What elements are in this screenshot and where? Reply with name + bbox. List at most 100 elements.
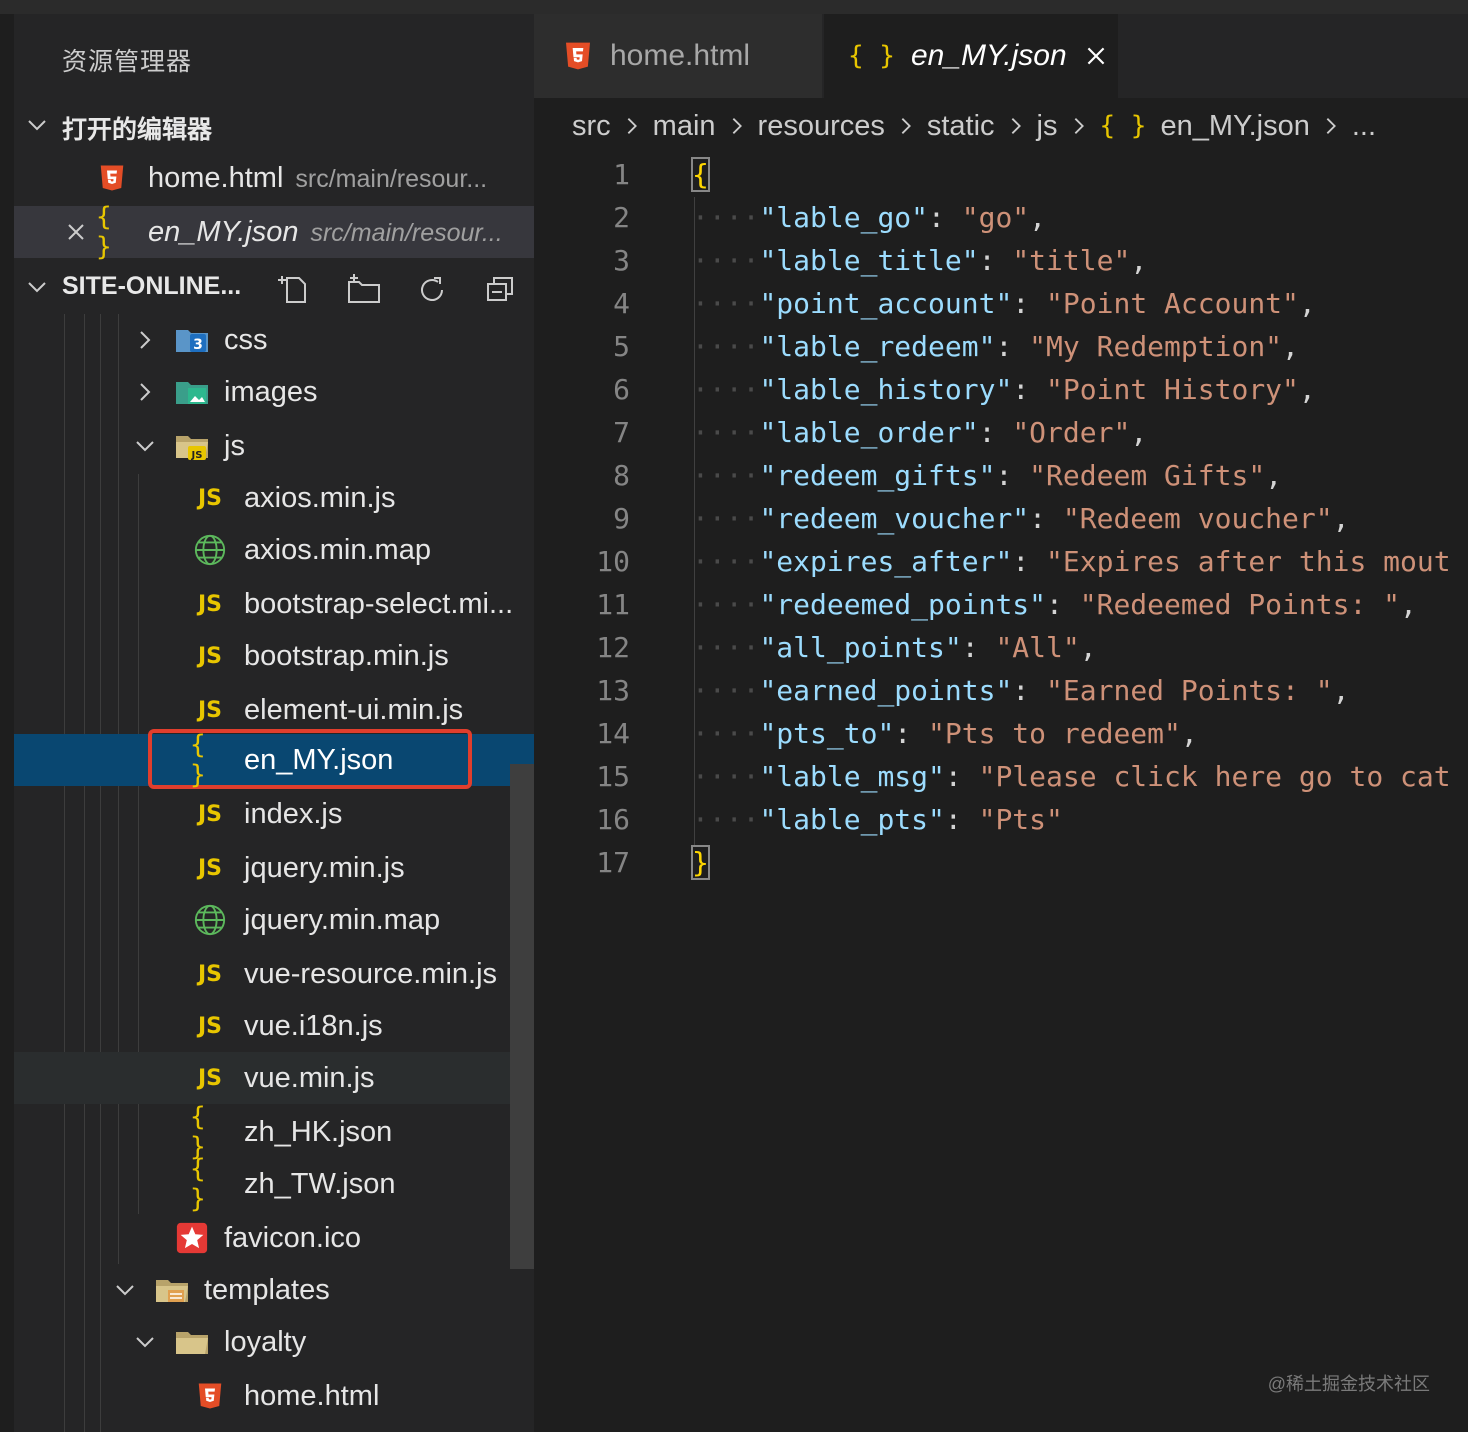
tab-en-my-json[interactable]: { } en_MY.json	[824, 14, 1118, 98]
tree-file-zh-tw-json[interactable]: { } zh_TW.json	[14, 1154, 534, 1214]
tree-label: vue.min.js	[244, 1062, 375, 1094]
line-number: 13	[596, 674, 630, 707]
line-number: 16	[596, 803, 630, 836]
json-key: "expires_after"	[759, 545, 1013, 578]
new-folder-icon[interactable]	[346, 272, 382, 308]
tree-folder-images[interactable]: images	[14, 366, 534, 418]
chevron-right-icon	[1005, 115, 1027, 137]
breadcrumb-item[interactable]: en_MY.json	[1160, 110, 1309, 143]
open-editor-item-home-html[interactable]: home.html src/main/resour...	[14, 152, 534, 204]
breadcrumb-item[interactable]: static	[927, 110, 995, 143]
breadcrumb-item[interactable]: src	[572, 110, 611, 143]
json-value: "Pts to redeem"	[928, 717, 1181, 750]
json-icon: { }	[1099, 111, 1147, 141]
tree-folder-css[interactable]: 3 css	[14, 314, 534, 366]
tree-file-vue-i18n-js[interactable]: JS vue.i18n.js	[14, 1000, 534, 1052]
chevron-right-icon	[130, 377, 160, 407]
code-line: 12 ····"all_points": "All",	[596, 631, 1097, 664]
css-folder-icon: 3	[174, 322, 210, 358]
tree-file-en-my-json[interactable]: { } en_MY.json	[14, 729, 534, 790]
tree-label: index.js	[244, 798, 343, 830]
json-value: "My Redemption"	[1029, 330, 1283, 363]
tree-file-axios-min-js[interactable]: JS axios.min.js	[14, 472, 534, 524]
tree-file-vue-resource-min-js[interactable]: JS vue-resource.min.js	[14, 948, 534, 1000]
json-punc: ,	[1332, 674, 1350, 707]
json-punc: ,	[1130, 244, 1148, 277]
code-line: 6 ····"lable_history": "Point History",	[613, 373, 1316, 406]
tree-file-zh-hk-json[interactable]: { } zh_HK.json	[14, 1102, 534, 1162]
templates-folder-icon	[154, 1272, 190, 1308]
tree-label: bootstrap.min.js	[244, 640, 449, 672]
js-icon: JS	[197, 801, 223, 827]
close-icon[interactable]	[58, 214, 94, 250]
json-value: "Expires after this mout	[1046, 545, 1451, 578]
tree-folder-templates[interactable]: templates	[14, 1264, 534, 1316]
tree-label: axios.min.js	[244, 482, 396, 514]
breadcrumb-item[interactable]: resources	[758, 110, 885, 143]
js-icon: JS	[197, 1013, 223, 1039]
collapse-all-icon[interactable]	[482, 272, 518, 308]
line-number: 10	[596, 545, 630, 578]
tree-label: vue-resource.min.js	[244, 958, 498, 990]
json-key: "redeem_voucher"	[759, 502, 1030, 535]
tree-file-favicon-ico[interactable]: favicon.ico	[14, 1212, 534, 1264]
js-icon: JS	[197, 961, 223, 987]
new-file-icon[interactable]	[278, 272, 314, 308]
js-icon: JS	[197, 591, 223, 617]
code-line: 17 }	[534, 842, 1468, 885]
open-editor-name: en_MY.json	[148, 216, 299, 248]
close-icon[interactable]	[1083, 43, 1109, 69]
open-editor-item-en-my-json[interactable]: { } en_MY.json src/main/resour...	[14, 202, 534, 262]
tab-home-html[interactable]: home.html	[534, 14, 822, 98]
open-editors-header[interactable]: 打开的编辑器	[14, 100, 534, 150]
tree-label: zh_HK.json	[244, 1116, 393, 1148]
js-icon: JS	[197, 1065, 223, 1091]
refresh-icon[interactable]	[414, 272, 450, 308]
tree-file-bootstrap-select[interactable]: JS bootstrap-select.mi...	[14, 578, 534, 630]
watermark: @稀土掘金技术社区	[1267, 1374, 1430, 1394]
code-line: 10 ····"expires_after": "Expires after t…	[596, 545, 1451, 578]
tree-label: favicon.ico	[224, 1222, 362, 1254]
json-value: "go"	[961, 201, 1030, 234]
tree-file-axios-min-map[interactable]: axios.min.map	[14, 524, 534, 576]
breadcrumb-item[interactable]: js	[1037, 110, 1058, 143]
json-value: "Pts"	[978, 803, 1063, 836]
line-number: 7	[613, 416, 630, 449]
explorer-toolbar	[14, 262, 534, 312]
js-folder-icon: JS	[174, 428, 210, 464]
tree-file-vue-min-js[interactable]: JS vue.min.js	[14, 1052, 534, 1104]
chevron-right-icon	[1068, 115, 1090, 137]
js-icon: JS	[197, 697, 223, 723]
tree-file-jquery-min-map[interactable]: jquery.min.map	[14, 894, 534, 946]
json-punc: ,	[1265, 459, 1283, 492]
code-line: 4 ····"point_account": "Point Account",	[613, 287, 1316, 320]
tree-file-home-html[interactable]: home.html	[14, 1370, 534, 1422]
json-punc: ,	[1180, 717, 1198, 750]
tab-label: en_MY.json	[910, 39, 1067, 72]
line-number: 4	[613, 287, 630, 320]
line-number: 5	[613, 330, 630, 363]
open-editor-name: home.html	[148, 162, 284, 194]
tree-label: element-ui.min.js	[244, 694, 464, 726]
tree-folder-js[interactable]: JS js	[14, 420, 534, 472]
code-line: 11 ····"redeemed_points": "Redeemed Poin…	[596, 588, 1417, 621]
tree-file-index-js[interactable]: JS index.js	[14, 788, 534, 840]
json-value: "Redeemed Points: "	[1079, 588, 1401, 621]
tree-file-jquery-min-js[interactable]: JS jquery.min.js	[14, 842, 534, 894]
tree-folder-loyalty[interactable]: loyalty	[14, 1316, 534, 1368]
chevron-down-icon	[110, 1275, 140, 1305]
line-number: 8	[613, 459, 630, 492]
window-top-strip	[0, 0, 1468, 14]
json-punc: ,	[1298, 287, 1316, 320]
json-brace: }	[691, 845, 710, 880]
line-number: 2	[613, 201, 630, 234]
breadcrumb-item[interactable]: ...	[1352, 110, 1376, 143]
editor-area: home.html { } en_MY.json src main resour…	[534, 14, 1468, 1432]
html5-icon	[192, 1378, 228, 1414]
code-line: 9 ····"redeem_voucher": "Redeem voucher"…	[613, 502, 1350, 535]
json-key: "lable_pts"	[759, 803, 945, 836]
sidebar-scrollbar[interactable]	[510, 764, 534, 1269]
tree-file-bootstrap-min-js[interactable]: JS bootstrap.min.js	[14, 630, 534, 682]
line-number: 3	[613, 244, 630, 277]
breadcrumb-item[interactable]: main	[653, 110, 716, 143]
